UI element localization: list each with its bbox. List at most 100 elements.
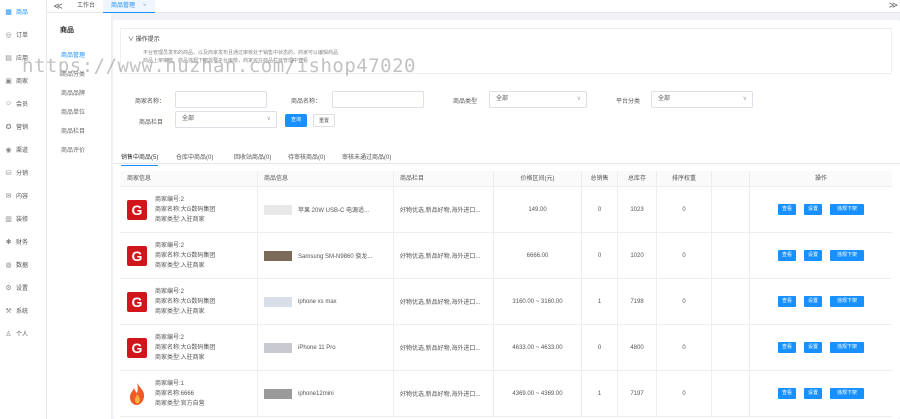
view-button[interactable]: 查看 xyxy=(778,204,796,215)
content-icon: ✉ xyxy=(5,192,12,200)
column-cell: 好物优选,新品好物,海外进口... xyxy=(394,233,494,278)
settings-button[interactable]: 设置 xyxy=(804,388,822,399)
merchant-type: 商家类型:入驻商家 xyxy=(155,216,205,223)
price-cell: 4633.00 ~ 4633.00 xyxy=(494,325,582,370)
status-tab[interactable]: 回收站商品(0) xyxy=(234,152,271,161)
gap-cell xyxy=(712,233,750,278)
sort-cell: 0 xyxy=(657,233,712,278)
sidebar-item-label: 营销 xyxy=(16,125,29,131)
submenu-item[interactable]: 商品单位 xyxy=(47,104,111,123)
merchant-type: 商家类型:官方自营 xyxy=(155,400,205,407)
sidebar-item[interactable]: ✪ 营销 xyxy=(0,115,46,138)
product-thumbnail[interactable] xyxy=(264,250,292,261)
product-name[interactable]: iphone xs max xyxy=(298,299,337,305)
product-thumbnail[interactable] xyxy=(264,296,292,307)
submenu-item[interactable]: 商品品牌 xyxy=(47,85,111,104)
product-name[interactable]: iPhone 11 Pro xyxy=(298,345,336,351)
violation-delist-button[interactable]: 违规下架 xyxy=(830,342,864,353)
sidebar-item-label: 渠道 xyxy=(16,148,29,154)
sidebar-item-label: 设置 xyxy=(16,286,29,292)
platform-category-select[interactable]: 全部 ∨ xyxy=(651,91,753,108)
main-panel: ∨ 操作提示 平台管理员发布的商品，以及商家发布且通过审核处于销售中状态的，商家… xyxy=(113,20,900,419)
chevron-down-icon: ∨ xyxy=(266,116,271,122)
actions-cell: 查看 设置 违规下架 xyxy=(750,187,892,232)
sidebar-item[interactable]: ☺ 会员 xyxy=(0,92,46,115)
tips-title: 操作提示 xyxy=(135,37,160,43)
product-type-select[interactable]: 全部 ∨ xyxy=(489,91,587,108)
status-tabs: 销售中商品(5) 仓库中商品(0) 回收站商品(0) 待审核商品(0) 审核未通过商品(… xyxy=(113,148,900,166)
tab-workbench[interactable]: 工作台 xyxy=(69,0,103,13)
product-cell: iPhone 11 Pro xyxy=(258,325,394,370)
settings-button[interactable]: 设置 xyxy=(804,250,822,261)
settings-button[interactable]: 设置 xyxy=(804,296,822,307)
merchant-cell: 商家编号:1 商家名称:6666 商家类型:官方自营 xyxy=(120,371,258,416)
tab-product-management[interactable]: 商品管理 × xyxy=(103,0,155,13)
view-button[interactable]: 查看 xyxy=(778,388,796,399)
product-name[interactable]: iphone12mini xyxy=(298,391,334,397)
violation-delist-button[interactable]: 违规下架 xyxy=(830,296,864,307)
chevron-down-icon[interactable]: ∨ xyxy=(128,37,134,43)
product-cell: 苹果 20W USB-C 电源适... xyxy=(258,187,394,232)
sidebar-item[interactable]: ◎ 订单 xyxy=(0,23,46,46)
table-row: G 商家编号:2 商家名称:大G数码集团 商家类型:入驻商家 苹果 20W USB-C … xyxy=(120,187,892,233)
sidebar-item[interactable]: ▥ 装修 xyxy=(0,207,46,230)
settings-button[interactable]: 设置 xyxy=(804,204,822,215)
stock-cell: 1020 xyxy=(618,233,657,278)
product-type-label: 商品类型 xyxy=(453,99,478,105)
merchant-no: 商家编号:2 xyxy=(155,288,185,295)
merchant-name: 商家名称:大G数码集团 xyxy=(155,344,216,351)
price-cell: 4369.00 ~ 4369.00 xyxy=(494,371,582,416)
sidebar-item-label: 装修 xyxy=(16,217,29,223)
product-name-input[interactable] xyxy=(332,91,424,108)
gap-cell xyxy=(712,187,750,232)
chevron-down-icon: ∨ xyxy=(576,96,581,102)
system-icon: ⚒ xyxy=(5,307,12,315)
sidebar-item[interactable]: ♙ 个人 xyxy=(0,322,46,345)
violation-delist-button[interactable]: 违规下架 xyxy=(830,204,864,215)
violation-delist-button[interactable]: 违规下架 xyxy=(830,388,864,399)
violation-delist-button[interactable]: 违规下架 xyxy=(830,250,864,261)
actions-cell: 查看 设置 违规下架 xyxy=(750,279,892,324)
sidebar-item[interactable]: ▦ 商品 xyxy=(0,0,46,23)
product-thumbnail[interactable] xyxy=(264,342,292,353)
personal-icon: ♙ xyxy=(5,330,12,338)
expand-tabs-icon[interactable]: ≫ xyxy=(889,0,898,11)
gap-cell xyxy=(712,325,750,370)
view-button[interactable]: 查看 xyxy=(778,250,796,261)
sidebar-item[interactable]: ✉ 内容 xyxy=(0,184,46,207)
sidebar-item-label: 系统 xyxy=(16,309,29,315)
status-tab[interactable]: 仓库中商品(0) xyxy=(176,152,213,161)
sidebar-item[interactable]: ◉ 渠道 xyxy=(0,138,46,161)
submenu-item[interactable]: 商品评价 xyxy=(47,142,111,161)
sidebar-item-label: 分销 xyxy=(16,171,29,177)
status-tab[interactable]: 待审核商品(0) xyxy=(288,152,325,161)
sidebar-item-label: 财务 xyxy=(16,240,29,246)
submenu-item[interactable]: 商品栏目 xyxy=(47,123,111,142)
view-button[interactable]: 查看 xyxy=(778,342,796,353)
distribution-icon: ⛁ xyxy=(5,169,12,177)
status-tab[interactable]: 销售中商品(5) xyxy=(121,152,159,166)
product-thumbnail[interactable] xyxy=(264,204,292,215)
product-name[interactable]: Samsung SM-N9860 骁龙... xyxy=(298,251,372,260)
product-name[interactable]: 苹果 20W USB-C 电源适... xyxy=(298,205,369,214)
sidebar-item[interactable]: ⛁ 分销 xyxy=(0,161,46,184)
merchant-name-input[interactable] xyxy=(175,91,267,108)
reset-button[interactable]: 重置 xyxy=(313,114,335,127)
sidebar-item[interactable]: ⚙ 设置 xyxy=(0,276,46,299)
sidebar-item[interactable]: ✱ 财务 xyxy=(0,230,46,253)
status-tab[interactable]: 审核未通过商品(0) xyxy=(342,152,391,161)
collapse-menu-icon[interactable]: ≪ xyxy=(47,1,69,12)
sidebar-item[interactable]: ◍ 数据 xyxy=(0,253,46,276)
table-row: G 商家编号:2 商家名称:大G数码集团 商家类型:入驻商家 iphone xs max… xyxy=(120,279,892,325)
merchant-cell: G 商家编号:2 商家名称:大G数码集团 商家类型:入驻商家 xyxy=(120,325,258,370)
merchant-cell: G 商家编号:2 商家名称:大G数码集团 商家类型:入驻商家 xyxy=(120,187,258,232)
sidebar-item[interactable]: ⚒ 系统 xyxy=(0,299,46,322)
close-icon[interactable]: × xyxy=(143,3,147,9)
column-select[interactable]: 全部 ∨ xyxy=(175,111,277,128)
query-button[interactable]: 查询 xyxy=(285,114,307,127)
product-thumbnail[interactable] xyxy=(264,388,292,399)
tab-label: 商品管理 xyxy=(111,2,136,9)
settings-button[interactable]: 设置 xyxy=(804,342,822,353)
view-button[interactable]: 查看 xyxy=(778,296,796,307)
channel-icon: ◉ xyxy=(5,146,12,154)
